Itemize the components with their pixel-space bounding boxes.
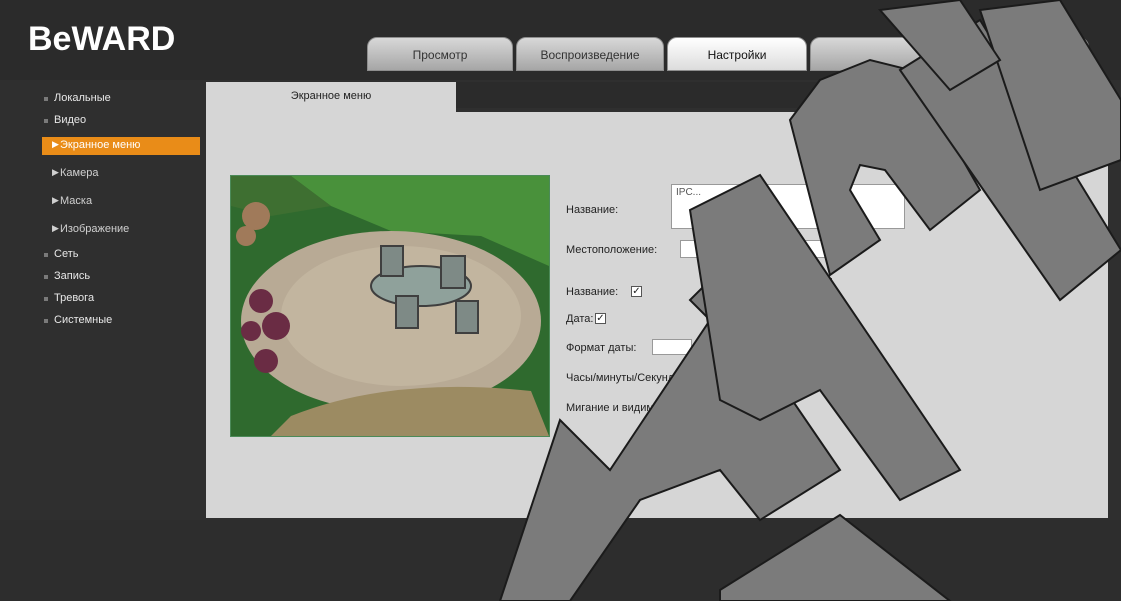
bullet-icon xyxy=(44,275,48,279)
save-button[interactable]: Сохранить xyxy=(690,446,793,472)
sidebar-item-label: Системные xyxy=(54,314,113,326)
sidebar-subitem-osd[interactable]: ▶ Экранное меню xyxy=(42,137,200,155)
bullet-icon xyxy=(44,253,48,257)
sidebar-subitem-mask[interactable]: ▶ Маска xyxy=(0,193,200,211)
date-format-select[interactable] xyxy=(652,339,692,355)
position-select[interactable] xyxy=(680,240,840,258)
bullet-icon xyxy=(44,297,48,301)
sidebar-item-network[interactable]: Сеть xyxy=(0,246,200,264)
show-name-checkbox[interactable]: ✓ xyxy=(631,286,642,297)
sidebar-subitem-label: Камера xyxy=(60,167,99,179)
show-name-label: Название: xyxy=(566,286,619,298)
sidebar-item-alarm[interactable]: Тревога xyxy=(0,290,200,308)
position-label: Местоположение: xyxy=(566,244,658,256)
date-label: Дата: xyxy=(566,313,594,325)
tab-hidden[interactable] xyxy=(810,37,965,71)
sidebar-item-label: Локальные xyxy=(54,92,111,104)
app-window: BeWARD Просмотр Воспроизведение Настройк… xyxy=(0,0,1121,601)
sidebar-item-label: Видео xyxy=(54,114,87,126)
chevron-right-icon: ▶ xyxy=(52,139,59,149)
sidebar-subitem-camera[interactable]: ▶ Камера xyxy=(0,165,200,183)
camera-preview xyxy=(230,175,550,437)
sidebar-subitem-label: Маска xyxy=(60,195,93,207)
sidebar-item-video[interactable]: Видео xyxy=(0,112,200,130)
chevron-right-icon: ▶ xyxy=(52,195,59,205)
bullet-icon xyxy=(44,97,48,101)
blink-label: Мигание и видимость: xyxy=(566,402,680,414)
sidebar-item-label: Сеть xyxy=(54,248,79,260)
sidebar-item-system[interactable]: Системные xyxy=(0,312,200,330)
chevron-right-icon: ▶ xyxy=(52,167,59,177)
logo-text: BeWARD xyxy=(28,20,175,58)
sidebar-item-record[interactable]: Запись xyxy=(0,268,200,286)
tab-playback[interactable]: Воспроизведение xyxy=(516,37,664,71)
content-tab-osd[interactable]: Экранное меню xyxy=(206,82,456,112)
name-textarea[interactable]: IPC... xyxy=(671,184,905,229)
beward-logo: BeWARD xyxy=(28,20,175,58)
content-tabbar xyxy=(456,82,1106,108)
sidebar-subitem-label: Экранное меню xyxy=(60,139,141,151)
bullet-icon xyxy=(44,119,48,123)
time-label: Часы/минуты/Секунды: xyxy=(566,372,686,384)
sidebar-item-label: Тревога xyxy=(54,292,95,304)
sidebar-subitem-image[interactable]: ▶ Изображение xyxy=(0,221,200,239)
sidebar-item-label: Запись xyxy=(54,270,91,282)
tab-view[interactable]: Просмотр xyxy=(367,37,513,71)
tab-settings[interactable]: Настройки xyxy=(667,37,807,71)
date-format-label: Формат даты: xyxy=(566,342,637,354)
play-icon[interactable]: ▶ xyxy=(819,278,832,291)
footer xyxy=(0,520,1121,601)
header: BeWARD Просмотр Воспроизведение Настройк… xyxy=(0,0,1121,80)
bullet-icon xyxy=(44,319,48,323)
sidebar-item-local[interactable]: Локальные xyxy=(0,90,200,108)
chevron-right-icon: ▶ xyxy=(52,223,59,233)
blink-checkbox[interactable]: ✓ xyxy=(719,402,730,413)
sidebar-subitem-label: Изображение xyxy=(60,223,130,235)
tab-logout[interactable]: Выход xyxy=(968,37,1089,71)
sidebar: Локальные Видео ▶ Экранное меню ▶ Камера… xyxy=(0,80,200,520)
name-label: Название: xyxy=(566,204,619,216)
show-date-checkbox[interactable]: ✓ xyxy=(595,313,606,324)
